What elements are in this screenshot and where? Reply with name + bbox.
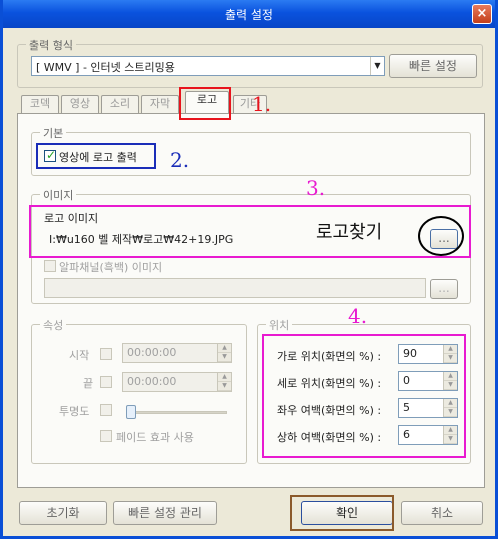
start-time-field[interactable]: 00:00:00 ▲ ▼ xyxy=(122,343,232,363)
annotation-number-2: 2. xyxy=(170,148,190,172)
end-spinner[interactable]: ▲ ▼ xyxy=(217,373,231,391)
transparency-checkbox[interactable] xyxy=(100,404,112,416)
start-spinner[interactable]: ▲ ▼ xyxy=(217,344,231,362)
end-label: 끝 xyxy=(83,377,94,390)
tab-codec[interactable]: 코덱 xyxy=(21,95,59,113)
reset-button[interactable]: 초기화 xyxy=(19,501,107,525)
annotation-number-4: 4. xyxy=(348,304,368,328)
annotation-number-3: 3. xyxy=(306,176,326,200)
position-legend: 위치 xyxy=(266,317,293,333)
tab-subtitle[interactable]: 자막 xyxy=(141,95,179,113)
title-bar[interactable]: 출력 설정 × xyxy=(3,0,495,28)
annotation-box-ok xyxy=(290,495,394,531)
alpha-path-field[interactable] xyxy=(44,278,426,298)
attributes-legend: 속성 xyxy=(40,317,67,333)
fade-checkbox[interactable] xyxy=(100,430,112,442)
fade-label: 페이드 효과 사용 xyxy=(116,431,194,444)
transparency-slider-track[interactable] xyxy=(127,411,227,414)
quick-setup-button[interactable]: 빠른 설정 xyxy=(389,54,477,78)
quick-setup-manage-button[interactable]: 빠른 설정 관리 xyxy=(113,501,217,525)
close-button[interactable]: × xyxy=(472,4,492,24)
tab-video[interactable]: 영상 xyxy=(61,95,99,113)
annotation-circle xyxy=(418,216,464,256)
dialog-window: 출력 설정 × 출력 형식 [ WMV ] - 인터넷 스트리밍용 ▼ 빠른 설… xyxy=(0,0,498,539)
output-format-legend: 출력 형식 xyxy=(26,37,76,53)
alpha-channel-checkbox[interactable] xyxy=(44,260,56,272)
end-time-field[interactable]: 00:00:00 ▲ ▼ xyxy=(122,372,232,392)
tab-audio[interactable]: 소리 xyxy=(101,95,139,113)
annotation-number-1: 1. xyxy=(252,92,272,116)
annotation-box-3 xyxy=(29,205,471,258)
browse-alpha-button[interactable]: ... xyxy=(430,279,458,299)
chevron-down-icon[interactable]: ▼ xyxy=(370,57,384,75)
cancel-button[interactable]: 취소 xyxy=(401,501,483,525)
annotation-box-1 xyxy=(179,87,231,120)
annotation-box-4 xyxy=(262,334,466,458)
end-checkbox[interactable] xyxy=(100,376,112,388)
output-format-select[interactable]: [ WMV ] - 인터넷 스트리밍용 ▼ xyxy=(31,56,385,76)
annotation-box-2 xyxy=(36,143,156,169)
start-time-value: 00:00:00 xyxy=(127,346,177,359)
start-checkbox[interactable] xyxy=(100,348,112,360)
transparency-label: 투명도 xyxy=(59,405,90,418)
window-title: 출력 설정 xyxy=(225,8,273,22)
basic-legend: 기본 xyxy=(40,125,67,141)
find-logo-annotation: 로고찾기 xyxy=(316,222,383,243)
image-legend: 이미지 xyxy=(40,187,77,203)
end-time-value: 00:00:00 xyxy=(127,375,177,388)
transparency-slider-thumb[interactable] xyxy=(126,405,136,419)
output-format-value: [ WMV ] - 인터넷 스트리밍용 xyxy=(36,61,175,74)
start-label: 시작 xyxy=(69,349,90,362)
alpha-channel-label: 알파채널(흑백) 이미지 xyxy=(59,261,163,274)
